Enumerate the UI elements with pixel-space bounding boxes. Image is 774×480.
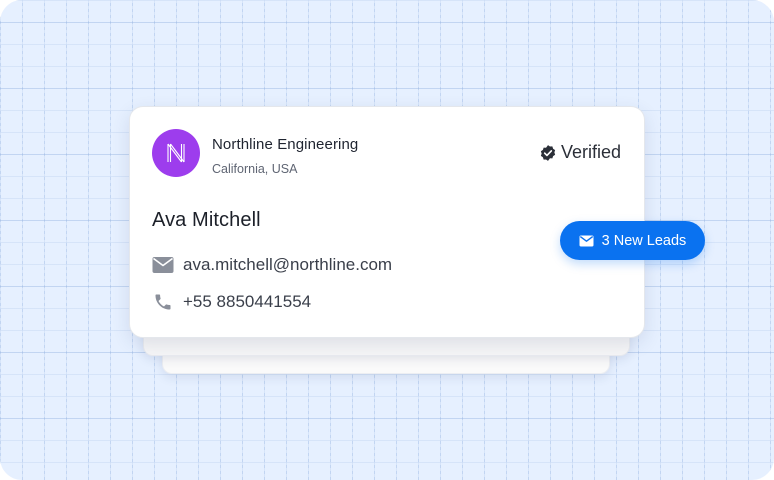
verified-status: Verified	[539, 142, 621, 163]
email-row[interactable]: ava.mitchell@northline.com	[152, 254, 392, 276]
phone-text[interactable]: +55 8850441554	[183, 292, 311, 312]
company-name: Northline Engineering	[212, 136, 359, 153]
contact-name: Ava Mitchell	[152, 209, 261, 231]
phone-row[interactable]: +55 8850441554	[152, 291, 311, 313]
envelope-icon	[579, 235, 594, 247]
verified-label: Verified	[560, 142, 621, 162]
new-leads-label[interactable]: 3 New Leads	[602, 233, 687, 249]
phone-icon	[152, 291, 174, 313]
email-text[interactable]: ava.mitchell@northline.com	[183, 255, 392, 275]
company-location: California, USA	[212, 162, 298, 176]
mail-icon	[152, 254, 174, 276]
n-monogram-icon	[167, 143, 185, 163]
contact-card[interactable]: Northline Engineering California, USA Ve…	[129, 106, 645, 338]
verified-badge-icon	[539, 144, 557, 162]
new-leads-badge[interactable]: 3 New Leads	[560, 221, 705, 260]
company-logo	[152, 129, 200, 177]
